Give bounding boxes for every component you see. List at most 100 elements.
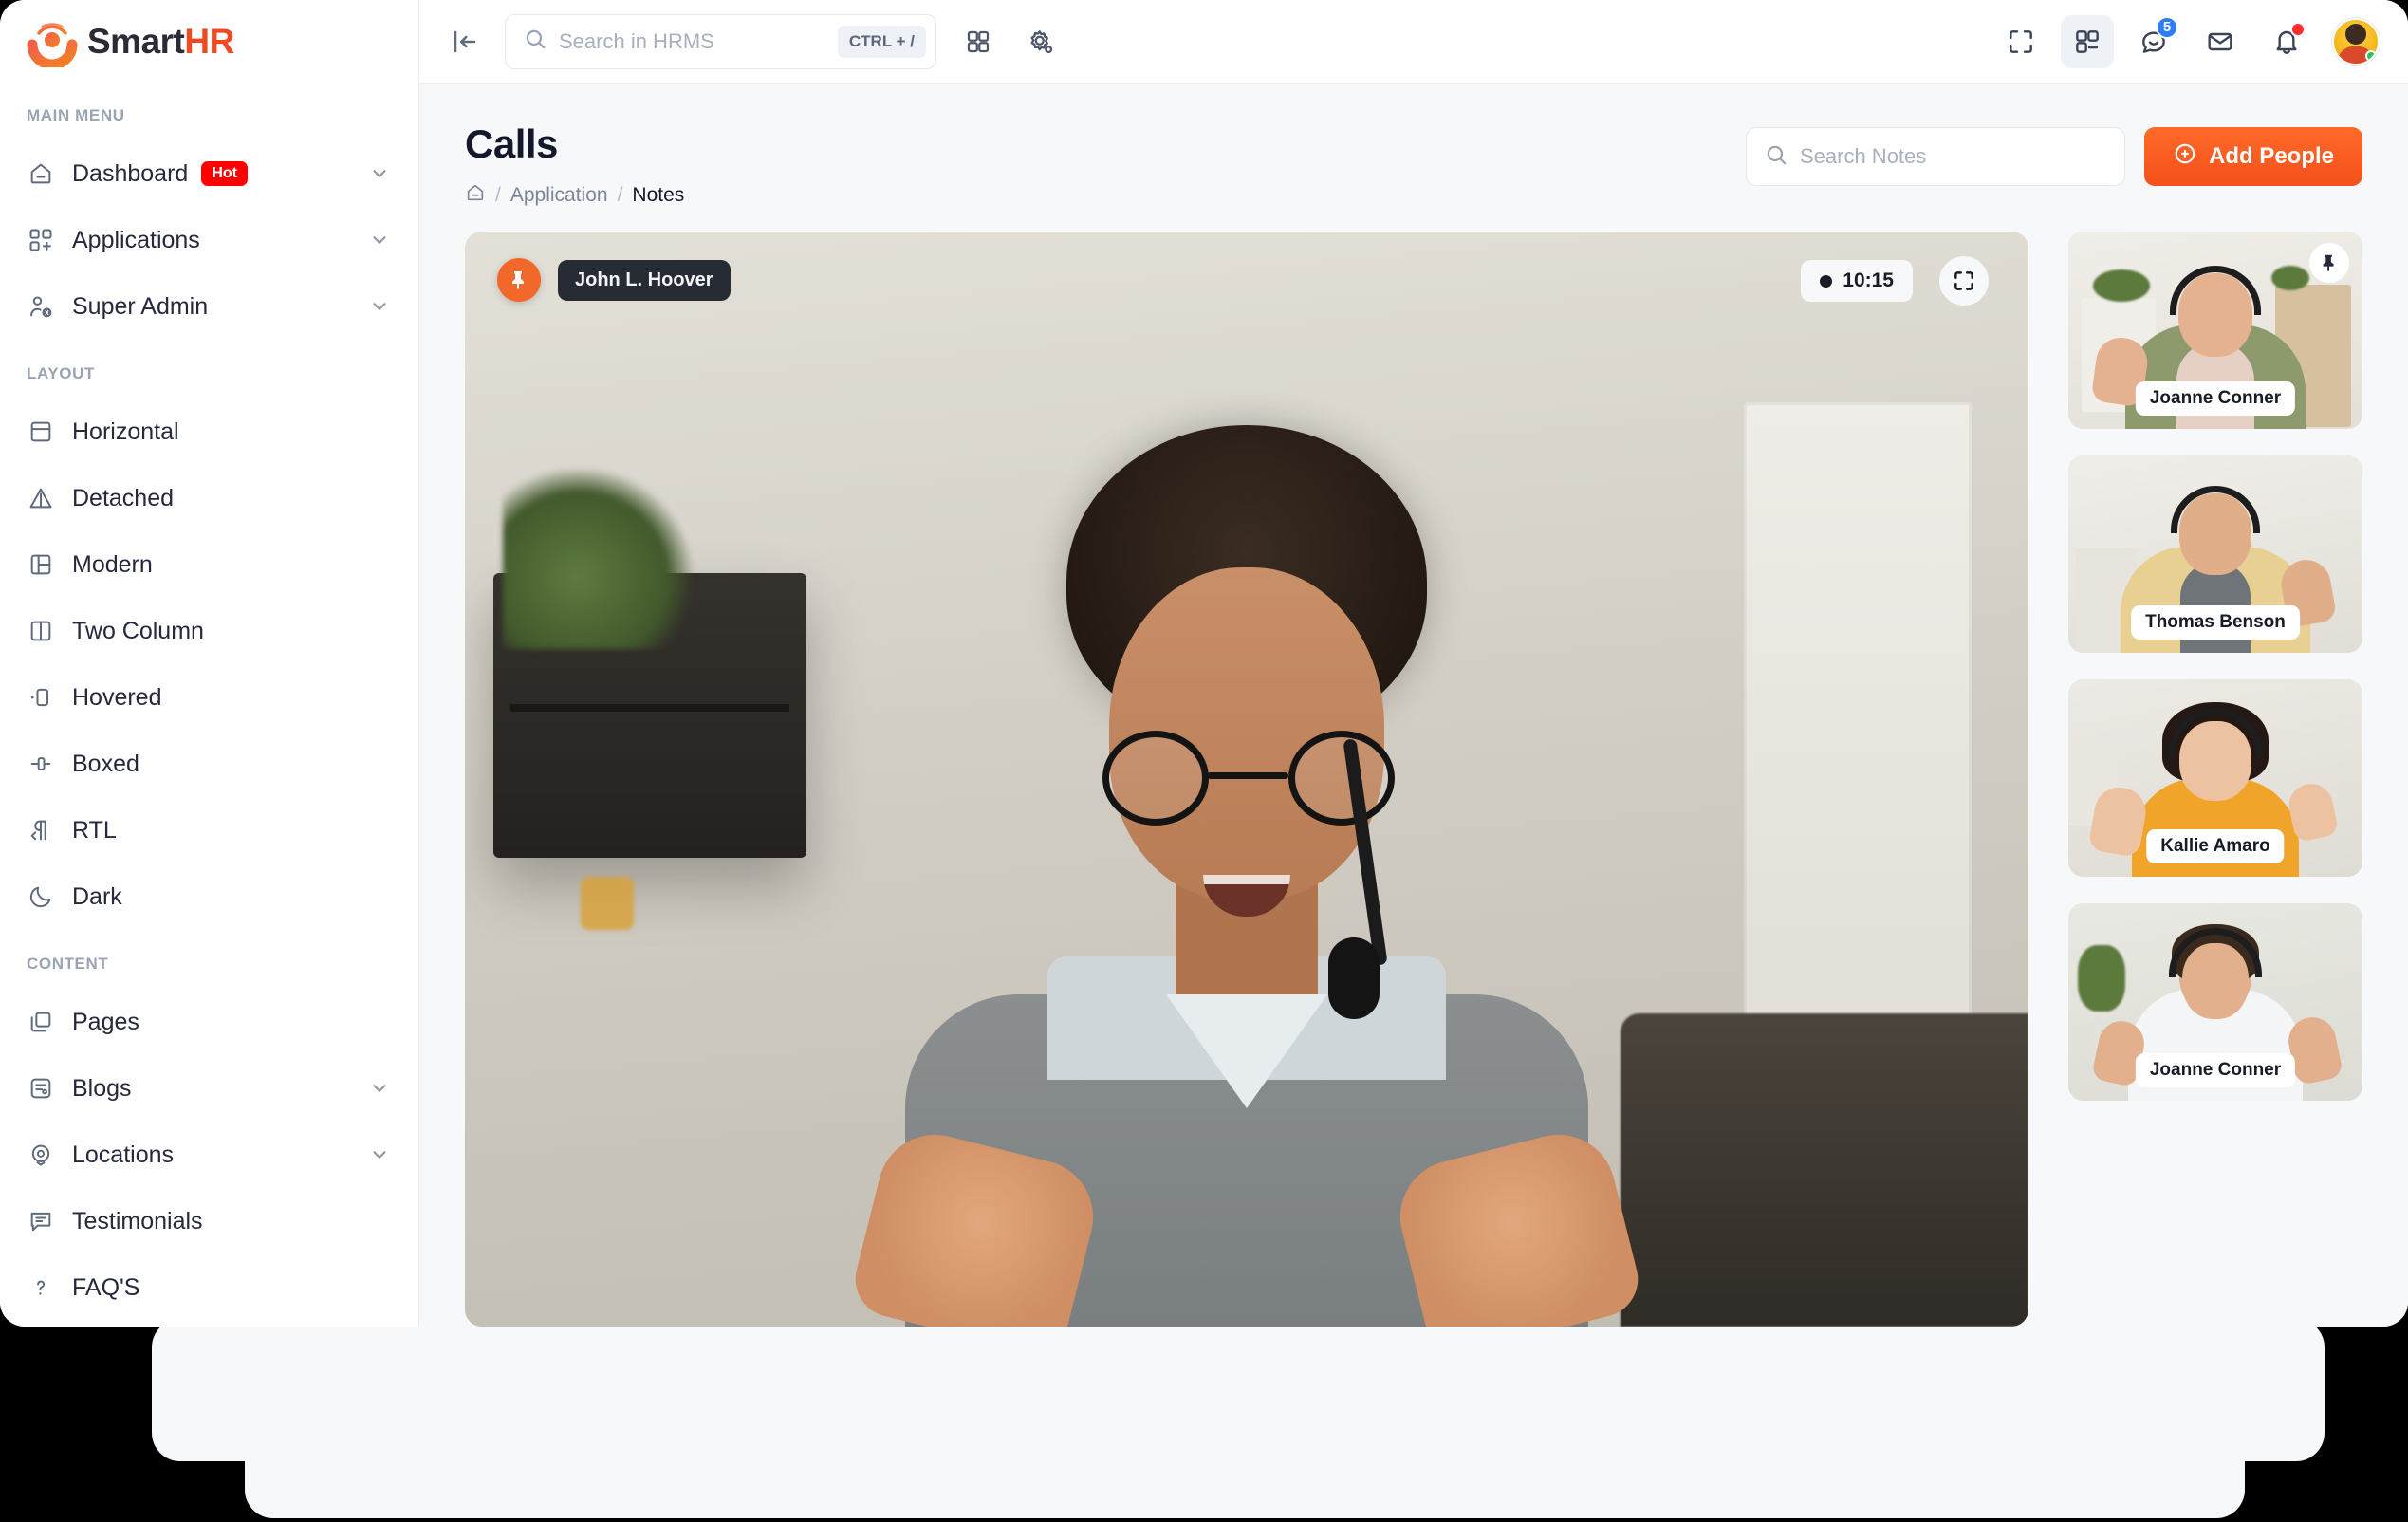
participant-thumbnail[interactable]: Joanne Conner — [2068, 232, 2362, 429]
pin-icon[interactable] — [2309, 243, 2349, 283]
topbar-right-icons: 5 — [1981, 14, 2380, 68]
breadcrumb-separator: / — [495, 184, 501, 206]
badge-hot: Hot — [201, 161, 248, 186]
sidebar-item-modern[interactable]: Modern — [0, 531, 418, 598]
sidebar-item-testimonials[interactable]: Testimonials — [0, 1188, 418, 1254]
sidebar-item-label: Applications — [72, 226, 200, 253]
brand-name-accent: HR — [184, 22, 234, 61]
sidebar-item-faqs[interactable]: FAQ'S — [0, 1254, 418, 1321]
sidebar-item-hovered[interactable]: Hovered — [0, 664, 418, 731]
sidebar-item-two-column[interactable]: Two Column — [0, 598, 418, 664]
page-header: Calls / Application / Notes Add People — [419, 84, 2408, 232]
grid-apps-icon — [27, 226, 55, 254]
sidebar-section-title: MAIN MENU — [27, 106, 125, 124]
plus-circle-icon — [2173, 141, 2197, 173]
call-timer: 10:15 — [1801, 260, 1913, 302]
triangle-detached-icon — [27, 484, 55, 512]
sidebar-item-super-admin[interactable]: Super Admin — [0, 273, 418, 340]
mail-envelope-icon[interactable] — [2194, 15, 2247, 68]
sidebar-item-rtl[interactable]: RTL — [0, 797, 418, 863]
search-shortcut-badge: CTRL + / — [837, 25, 926, 58]
layout-boxed-icon — [27, 750, 55, 778]
sidebar-item-label: Detached — [72, 484, 175, 511]
chevron-down-icon[interactable] — [369, 163, 390, 184]
breadcrumb-item-notes: Notes — [632, 184, 685, 206]
sidebar-item-label: Dashboard — [72, 159, 189, 187]
page-header-left: Calls / Application / Notes — [465, 121, 684, 209]
bell-notification-icon[interactable] — [2260, 15, 2313, 68]
sidebar-section-title: LAYOUT — [27, 364, 95, 382]
sidebar-section-layout: LAYOUT Horizontal Detached Modern Two Co… — [0, 364, 418, 930]
sidebar-section-title: CONTENT — [27, 955, 109, 973]
layout-hovered-icon — [27, 683, 55, 712]
apps-grid-button-icon[interactable] — [2061, 14, 2114, 68]
participant-thumbnail[interactable]: Joanne Conner — [2068, 903, 2362, 1101]
breadcrumb-item-application[interactable]: Application — [510, 184, 608, 207]
moon-icon — [27, 882, 55, 911]
page-header-actions: Add People — [1745, 121, 2362, 186]
chevron-down-icon[interactable] — [369, 1078, 390, 1099]
participant-name: Joanne Conner — [2135, 1053, 2296, 1087]
chevron-down-icon[interactable] — [369, 1144, 390, 1165]
sidebar-item-locations[interactable]: Locations — [0, 1122, 418, 1188]
fullscreen-icon[interactable] — [1994, 15, 2047, 68]
sidebar: SmartHR MAIN MENU Dashboard Hot Applicat… — [0, 0, 419, 1327]
sidebar-item-label: Blogs — [72, 1074, 132, 1102]
layout-two-column-icon — [27, 617, 55, 645]
sidebar-item-label: Two Column — [72, 617, 204, 644]
sidebar-item-dark[interactable]: Dark — [0, 863, 418, 930]
topbar: CTRL + / 5 — [419, 0, 2408, 84]
global-search[interactable]: CTRL + / — [505, 13, 936, 69]
pin-icon[interactable] — [497, 258, 541, 302]
add-people-button[interactable]: Add People — [2143, 127, 2362, 186]
stage-overlay: John L. Hoover 10:15 — [465, 232, 2028, 1327]
sidebar-nav: MAIN MENU Dashboard Hot Applications Sup… — [0, 84, 418, 1327]
blog-icon — [27, 1074, 55, 1103]
map-pin-icon — [27, 1141, 55, 1169]
search-notes-input[interactable] — [1799, 144, 2107, 169]
add-people-label: Add People — [2208, 143, 2334, 169]
sidebar-item-label: Locations — [72, 1141, 175, 1168]
question-mark-icon — [27, 1273, 55, 1302]
apps-grid-icon[interactable] — [957, 21, 999, 63]
expand-fullscreen-icon[interactable] — [1939, 256, 1989, 306]
sidebar-item-horizontal[interactable]: Horizontal — [0, 399, 418, 465]
gear-settings-icon[interactable] — [1020, 21, 1062, 63]
sidebar-item-blogs[interactable]: Blogs — [0, 1055, 418, 1122]
main-content: CTRL + / 5 — [419, 0, 2408, 1327]
chat-bubble-icon[interactable]: 5 — [2127, 15, 2180, 68]
search-input[interactable] — [559, 28, 838, 54]
home-icon — [27, 159, 55, 188]
chevron-down-icon[interactable] — [369, 230, 390, 251]
sidebar-item-pages[interactable]: Pages — [0, 989, 418, 1055]
sidebar-collapse-icon[interactable] — [446, 23, 484, 61]
profile-avatar[interactable] — [2332, 17, 2380, 65]
main-video-stage[interactable]: John L. Hoover 10:15 — [465, 232, 2028, 1327]
app-window: SmartHR MAIN MENU Dashboard Hot Applicat… — [0, 0, 2408, 1327]
stacked-card-middle — [152, 1319, 2325, 1461]
search-icon — [1764, 142, 1788, 172]
main-speaker-name: John L. Hoover — [558, 260, 731, 301]
brand-name-first: Smart — [87, 22, 185, 61]
chevron-down-icon[interactable] — [369, 296, 390, 317]
sidebar-item-label: Modern — [72, 550, 153, 578]
sidebar-section-main-menu: MAIN MENU Dashboard Hot Applications Sup… — [0, 106, 418, 340]
sidebar-item-label: Super Admin — [72, 292, 209, 320]
participant-thumbnail[interactable]: Kallie Amaro — [2068, 679, 2362, 877]
home-icon[interactable] — [465, 182, 486, 209]
sidebar-item-detached[interactable]: Detached — [0, 465, 418, 531]
brand-logo-area[interactable]: SmartHR — [0, 0, 418, 84]
notes-search[interactable] — [1745, 127, 2125, 186]
sidebar-item-dashboard[interactable]: Dashboard Hot — [0, 140, 418, 207]
search-icon — [523, 27, 547, 56]
sidebar-item-boxed[interactable]: Boxed — [0, 731, 418, 797]
sidebar-section-content: CONTENT Pages Blogs Locations Testimonia… — [0, 955, 418, 1321]
calls-body: John L. Hoover 10:15 Joanne Conner Thoma… — [419, 232, 2408, 1327]
pages-copy-icon — [27, 1008, 55, 1036]
sidebar-item-label: Horizontal — [72, 418, 179, 445]
sidebar-item-applications[interactable]: Applications — [0, 207, 418, 273]
sidebar-item-label: Boxed — [72, 750, 139, 777]
call-timer-value: 10:15 — [1843, 269, 1894, 291]
participant-thumbnail[interactable]: Thomas Benson — [2068, 455, 2362, 653]
avatar-face — [2345, 24, 2366, 46]
